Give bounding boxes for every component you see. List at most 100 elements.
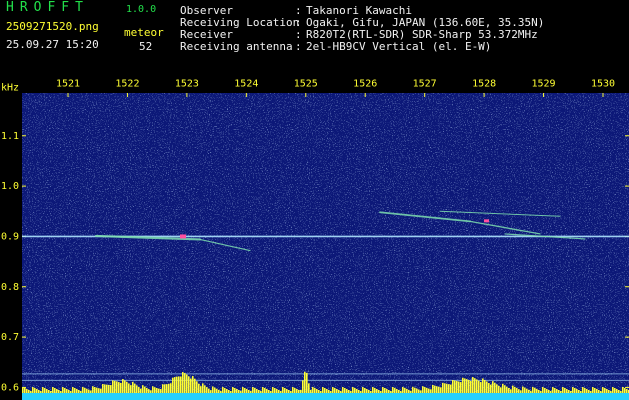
level-bar xyxy=(298,389,300,393)
level-bar xyxy=(540,390,542,393)
level-bar xyxy=(52,387,54,393)
level-bar xyxy=(428,388,430,393)
level-bar xyxy=(448,384,450,393)
level-bar xyxy=(74,387,76,393)
level-bar xyxy=(48,390,50,393)
level-bar xyxy=(132,381,134,393)
level-bar xyxy=(80,390,82,393)
level-bar xyxy=(190,378,192,393)
level-bar xyxy=(234,387,236,393)
level-bar xyxy=(208,388,210,393)
level-bar xyxy=(598,390,600,393)
level-bar xyxy=(528,389,530,393)
level-bar xyxy=(624,388,626,393)
level-bar xyxy=(38,390,40,393)
freq-tick-label: 0.8 xyxy=(1,282,19,293)
level-bar xyxy=(280,391,282,393)
level-bar xyxy=(164,384,166,393)
time-tick-label: 1530 xyxy=(591,79,615,89)
level-bar xyxy=(364,387,366,393)
level-bar xyxy=(140,388,142,393)
level-bar xyxy=(574,387,576,393)
level-bar xyxy=(138,387,140,393)
level-bar xyxy=(34,388,36,393)
level-bar xyxy=(546,388,548,393)
level-bar xyxy=(496,384,498,393)
level-bar xyxy=(110,385,112,393)
level-bar xyxy=(300,389,302,393)
level-bar xyxy=(420,390,422,393)
level-bar xyxy=(366,388,368,393)
level-bar xyxy=(612,387,614,393)
level-bar xyxy=(54,388,56,393)
level-bar xyxy=(582,387,584,393)
level-bar xyxy=(446,383,448,393)
noise-texture xyxy=(22,93,629,400)
level-bar xyxy=(340,391,342,393)
level-bar xyxy=(480,382,482,393)
file-name: 2509271520.png xyxy=(6,20,99,33)
level-bar xyxy=(566,388,568,393)
level-bar xyxy=(156,387,158,393)
spectrogram-plot: kHz 1521 1522 1523 1524 1525 1526 1527 1528 1529 1… xyxy=(1,79,629,400)
level-bar xyxy=(414,387,416,393)
level-bar xyxy=(378,389,380,393)
level-bar xyxy=(286,389,288,393)
level-bar xyxy=(314,387,316,393)
level-bar xyxy=(426,387,428,393)
level-bar xyxy=(308,383,310,393)
level-bar xyxy=(160,389,162,393)
header-panel: HROFFT 1.0.0 2509271520.png 25.09.27 15:… xyxy=(0,0,629,79)
level-bar xyxy=(158,388,160,393)
level-bar xyxy=(466,379,468,393)
level-bar xyxy=(174,377,176,393)
level-bar xyxy=(262,387,264,393)
level-bar xyxy=(46,389,48,393)
level-bar xyxy=(592,387,594,393)
level-bar xyxy=(482,378,484,393)
level-bar xyxy=(276,389,278,393)
level-bar xyxy=(214,387,216,393)
meteor-count-value: 52 xyxy=(139,40,153,53)
level-bar xyxy=(530,390,532,393)
level-bar xyxy=(122,379,124,393)
level-bar xyxy=(44,388,46,393)
level-bar xyxy=(284,388,286,393)
level-bar xyxy=(102,384,104,393)
level-bar xyxy=(62,386,64,393)
level-bar xyxy=(516,388,518,393)
level-bar xyxy=(220,390,222,393)
level-bar xyxy=(584,388,586,393)
level-bar xyxy=(370,390,372,393)
level-bar xyxy=(514,386,516,393)
level-bar xyxy=(32,387,34,393)
level-bar xyxy=(186,374,188,393)
level-bar xyxy=(576,388,578,393)
level-bar xyxy=(374,387,376,393)
level-bar xyxy=(56,388,58,393)
time-tick-label: 1528 xyxy=(472,79,496,89)
level-bar xyxy=(334,388,336,393)
app-title: HROFFT xyxy=(6,0,89,15)
level-bar xyxy=(152,386,154,393)
level-bar xyxy=(66,388,68,393)
level-bar xyxy=(134,383,136,393)
time-tick-label: 1529 xyxy=(532,79,556,89)
level-bar xyxy=(464,378,466,393)
freq-tick-label: 0.6 xyxy=(1,382,19,393)
level-bar xyxy=(620,391,622,393)
level-bar xyxy=(150,390,152,393)
level-bar xyxy=(258,390,260,393)
meteor-count-label: meteor xyxy=(124,26,164,39)
time-tick-label: 1527 xyxy=(413,79,437,89)
time-tick-label: 1526 xyxy=(353,79,377,89)
level-bar xyxy=(128,383,130,393)
level-bar xyxy=(504,385,506,393)
level-bar xyxy=(438,386,440,393)
level-bar xyxy=(568,389,570,393)
level-bar xyxy=(492,381,494,393)
level-bar xyxy=(552,386,554,393)
level-bar xyxy=(90,390,92,393)
freq-tick-label: 1.1 xyxy=(1,131,19,142)
level-bar xyxy=(434,385,436,393)
